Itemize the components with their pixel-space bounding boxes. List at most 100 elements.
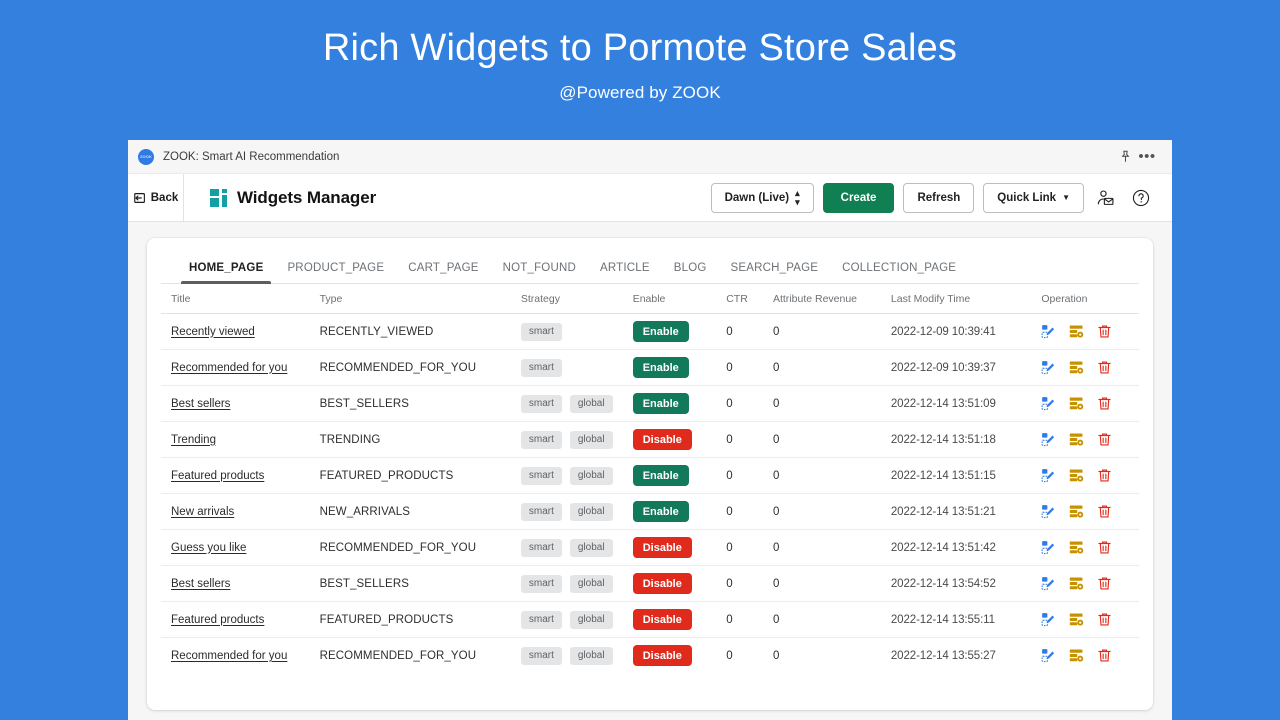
ctr-value: 0 bbox=[726, 398, 732, 410]
cell-attribute-revenue: 0 bbox=[773, 494, 891, 530]
edit-widget-button[interactable] bbox=[1041, 648, 1056, 663]
cell-type: TRENDING bbox=[320, 422, 521, 458]
configure-widget-button[interactable] bbox=[1069, 432, 1084, 447]
widget-title-link[interactable]: Recently viewed bbox=[171, 326, 255, 338]
status-badge[interactable]: Disable bbox=[633, 573, 692, 594]
edit-widget-button[interactable] bbox=[1041, 432, 1056, 447]
configure-widget-button[interactable] bbox=[1069, 612, 1084, 627]
delete-widget-button[interactable] bbox=[1097, 504, 1112, 519]
refresh-button[interactable]: Refresh bbox=[903, 183, 974, 213]
status-badge[interactable]: Disable bbox=[633, 537, 692, 558]
cell-attribute-revenue: 0 bbox=[773, 314, 891, 350]
strategy-tags: smartglobal bbox=[521, 503, 633, 521]
strategy-tag: global bbox=[570, 539, 613, 557]
status-badge[interactable]: Disable bbox=[633, 609, 692, 630]
ctr-value: 0 bbox=[726, 650, 732, 662]
theme-select[interactable]: Dawn (Live) ▴▾ bbox=[711, 183, 814, 213]
edit-widget-button[interactable] bbox=[1041, 396, 1056, 411]
configure-widget-button[interactable] bbox=[1069, 576, 1084, 591]
cell-strategy: smartglobal bbox=[521, 458, 633, 494]
widget-title-link[interactable]: Best sellers bbox=[171, 578, 230, 590]
widget-title-link[interactable]: Guess you like bbox=[171, 542, 246, 554]
cell-ctr: 0 bbox=[726, 422, 773, 458]
delete-widget-button[interactable] bbox=[1097, 396, 1112, 411]
widget-title-link[interactable]: Best sellers bbox=[171, 398, 230, 410]
tab-cart-page[interactable]: CART_PAGE bbox=[396, 262, 490, 283]
tab-home-page[interactable]: HOME_PAGE bbox=[177, 262, 275, 283]
table-row: New arrivalsNEW_ARRIVALSsmartglobalEnabl… bbox=[161, 494, 1139, 530]
delete-widget-button[interactable] bbox=[1097, 468, 1112, 483]
cell-strategy: smartglobal bbox=[521, 422, 633, 458]
delete-widget-button[interactable] bbox=[1097, 612, 1112, 627]
strategy-tag: global bbox=[570, 395, 613, 413]
delete-widget-button[interactable] bbox=[1097, 648, 1112, 663]
status-badge[interactable]: Disable bbox=[633, 429, 692, 450]
configure-widget-button[interactable] bbox=[1069, 324, 1084, 339]
strategy-tag: smart bbox=[521, 323, 562, 341]
edit-widget-button[interactable] bbox=[1041, 504, 1056, 519]
quick-link-button[interactable]: Quick Link ▼ bbox=[983, 183, 1084, 213]
configure-widget-button[interactable] bbox=[1069, 540, 1084, 555]
configure-widget-button[interactable] bbox=[1069, 396, 1084, 411]
widget-type-label: TRENDING bbox=[320, 434, 381, 446]
tab-article[interactable]: ARTICLE bbox=[588, 262, 662, 283]
operation-buttons bbox=[1041, 540, 1139, 555]
edit-widget-button[interactable] bbox=[1041, 324, 1056, 339]
edit-widget-button[interactable] bbox=[1041, 468, 1056, 483]
pin-icon[interactable] bbox=[1114, 146, 1136, 168]
cell-strategy: smartglobal bbox=[521, 494, 633, 530]
edit-widget-button[interactable] bbox=[1041, 576, 1056, 591]
configure-list-icon bbox=[1069, 540, 1084, 555]
widget-title-link[interactable]: Recommended for you bbox=[171, 650, 287, 662]
contact-mail-icon[interactable] bbox=[1093, 185, 1119, 211]
table-header: Title Type Strategy Enable CTR Attribute… bbox=[161, 284, 1139, 314]
delete-widget-button[interactable] bbox=[1097, 432, 1112, 447]
configure-list-icon bbox=[1069, 648, 1084, 663]
tab-search-page[interactable]: SEARCH_PAGE bbox=[719, 262, 831, 283]
tab-not-found[interactable]: NOT_FOUND bbox=[491, 262, 588, 283]
status-badge[interactable]: Enable bbox=[633, 321, 689, 342]
help-circle-icon[interactable] bbox=[1128, 185, 1154, 211]
widget-title-link[interactable]: Featured products bbox=[171, 614, 264, 626]
configure-widget-button[interactable] bbox=[1069, 648, 1084, 663]
delete-widget-button[interactable] bbox=[1097, 324, 1112, 339]
edit-widget-button[interactable] bbox=[1041, 540, 1056, 555]
status-badge[interactable]: Enable bbox=[633, 357, 689, 378]
edit-widget-button[interactable] bbox=[1041, 360, 1056, 375]
widget-title-link[interactable]: Recommended for you bbox=[171, 362, 287, 374]
widget-title-link[interactable]: Trending bbox=[171, 434, 216, 446]
table-row: Best sellersBEST_SELLERSsmartglobalEnabl… bbox=[161, 386, 1139, 422]
promo-header: Rich Widgets to Pormote Store Sales @Pow… bbox=[0, 0, 1280, 103]
configure-widget-button[interactable] bbox=[1069, 468, 1084, 483]
table-row: Featured productsFEATURED_PRODUCTSsmartg… bbox=[161, 602, 1139, 638]
tab-blog[interactable]: BLOG bbox=[662, 262, 719, 283]
delete-widget-button[interactable] bbox=[1097, 540, 1112, 555]
back-button[interactable]: Back bbox=[128, 174, 184, 222]
widget-title-link[interactable]: Featured products bbox=[171, 470, 264, 482]
strategy-tag: global bbox=[570, 611, 613, 629]
configure-list-icon bbox=[1069, 396, 1084, 411]
delete-widget-button[interactable] bbox=[1097, 576, 1112, 591]
configure-widget-button[interactable] bbox=[1069, 360, 1084, 375]
cell-type: FEATURED_PRODUCTS bbox=[320, 458, 521, 494]
status-badge[interactable]: Enable bbox=[633, 501, 689, 522]
create-button[interactable]: Create bbox=[823, 183, 895, 213]
status-badge[interactable]: Enable bbox=[633, 465, 689, 486]
status-badge[interactable]: Disable bbox=[633, 645, 692, 666]
cell-ctr: 0 bbox=[726, 638, 773, 674]
edit-widget-icon bbox=[1041, 648, 1056, 663]
ctr-value: 0 bbox=[726, 434, 732, 446]
cell-enable: Enable bbox=[633, 350, 727, 386]
configure-widget-button[interactable] bbox=[1069, 504, 1084, 519]
tab-collection-page[interactable]: COLLECTION_PAGE bbox=[830, 262, 968, 283]
strategy-tags: smartglobal bbox=[521, 647, 633, 665]
cell-attribute-revenue: 0 bbox=[773, 566, 891, 602]
strategy-tags: smartglobal bbox=[521, 431, 633, 449]
status-badge[interactable]: Enable bbox=[633, 393, 689, 414]
configure-list-icon bbox=[1069, 468, 1084, 483]
delete-widget-button[interactable] bbox=[1097, 360, 1112, 375]
ellipsis-icon[interactable]: ••• bbox=[1136, 146, 1158, 168]
widget-title-link[interactable]: New arrivals bbox=[171, 506, 234, 518]
edit-widget-button[interactable] bbox=[1041, 612, 1056, 627]
tab-product-page[interactable]: PRODUCT_PAGE bbox=[275, 262, 396, 283]
